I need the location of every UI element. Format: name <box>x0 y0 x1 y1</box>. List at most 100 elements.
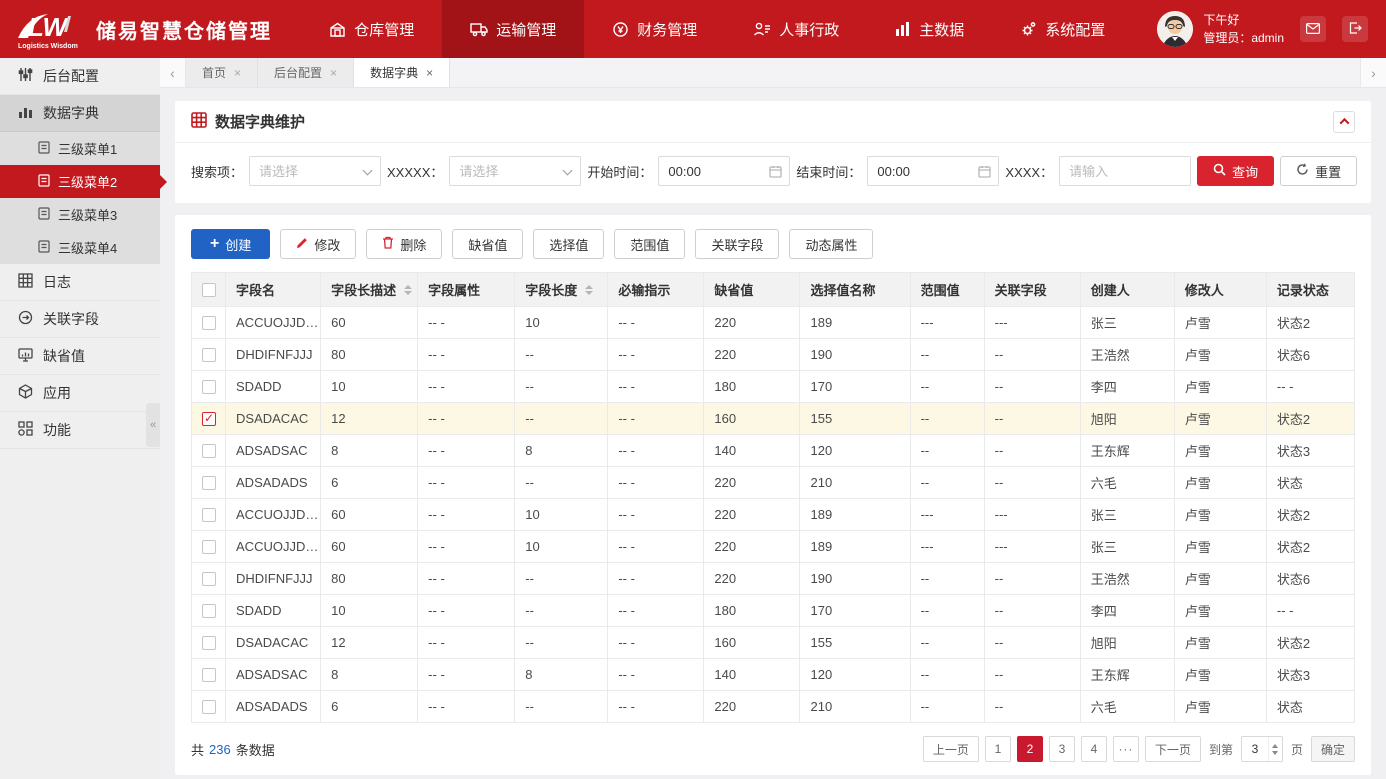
sidebar-item-backend-config[interactable]: 后台配置 <box>0 58 160 95</box>
table-row[interactable]: ACCUOJJDJN 60 -- - 10 -- - 220 189 --- -… <box>192 307 1355 339</box>
tab-home[interactable]: 首页 × <box>186 58 258 87</box>
avatar[interactable] <box>1157 11 1193 47</box>
page-3-button[interactable]: 3 <box>1049 736 1075 762</box>
xxxxx-select[interactable] <box>449 156 581 186</box>
nav-master-data[interactable]: 主数据 <box>867 0 992 58</box>
logout-button[interactable] <box>1342 16 1368 42</box>
cell-field-name: ADSADSAC <box>226 659 321 691</box>
page-1-button[interactable]: 1 <box>985 736 1011 762</box>
table-row[interactable]: SDADD 10 -- - -- -- - 180 170 -- -- 李四 卢 <box>192 595 1355 627</box>
row-checkbox[interactable] <box>202 508 216 522</box>
nav-finance[interactable]: 财务管理 <box>584 0 725 58</box>
row-checkbox[interactable] <box>202 412 216 426</box>
sidebar-item-log[interactable]: 日志 <box>0 264 160 301</box>
sidebar-item-default-value[interactable]: 缺省值 <box>0 338 160 375</box>
row-checkbox[interactable] <box>202 668 216 682</box>
row-checkbox[interactable] <box>202 540 216 554</box>
sidebar-label: 三级菜单1 <box>58 139 117 158</box>
row-checkbox[interactable] <box>202 700 216 714</box>
close-icon[interactable]: × <box>330 66 337 80</box>
cell-length-desc: 10 <box>321 371 418 403</box>
pages-ellipsis[interactable]: ··· <box>1113 736 1139 762</box>
col-field-name: 字段名 <box>226 273 321 307</box>
table-row[interactable]: DHDIFNFJJJ 80 -- - -- -- - 220 190 -- --… <box>192 339 1355 371</box>
table-row[interactable]: ADSADADS 6 -- - -- -- - 220 210 -- -- 六毛 <box>192 467 1355 499</box>
tabs-scroll-right[interactable]: › <box>1360 58 1386 87</box>
confirm-button[interactable]: 确定 <box>1311 736 1355 762</box>
xxxxx-select-value[interactable] <box>450 157 580 185</box>
xxxx-input-wrap[interactable] <box>1059 156 1191 186</box>
create-button[interactable]: + 创建 <box>191 229 270 259</box>
panel-collapse-button[interactable] <box>1333 111 1355 133</box>
range-value-button[interactable]: 范围值 <box>614 229 685 259</box>
goto-page-value[interactable]: 3 <box>1242 742 1268 756</box>
next-page-button[interactable]: 下一页 <box>1145 736 1201 762</box>
cell-select-name: 189 <box>800 499 910 531</box>
end-time-picker[interactable] <box>867 156 999 186</box>
dynamic-attr-button[interactable]: 动态属性 <box>789 229 873 259</box>
search-item-select-value[interactable] <box>250 157 380 185</box>
nav-warehouse[interactable]: 仓库管理 <box>301 0 442 58</box>
page-4-button[interactable]: 4 <box>1081 736 1107 762</box>
row-checkbox[interactable] <box>202 476 216 490</box>
sort-icon[interactable] <box>404 285 412 295</box>
default-value-button[interactable]: 缺省值 <box>452 229 523 259</box>
sidebar-item-related-field[interactable]: 关联字段 <box>0 301 160 338</box>
table-row[interactable]: ACCUOJJDJN 60 -- - 10 -- - 220 189 --- -… <box>192 531 1355 563</box>
sidebar-collapse-handle[interactable]: « <box>146 403 160 447</box>
select-value-button[interactable]: 选择值 <box>533 229 604 259</box>
sidebar-item-submenu-3[interactable]: 三级菜单3 <box>0 198 160 231</box>
col-field-length[interactable]: 字段长度 <box>515 273 608 307</box>
table-row[interactable]: ACCUOJJDJN 60 -- - 10 -- - 220 189 --- -… <box>192 499 1355 531</box>
table-row[interactable]: DSADACAC 12 -- - -- -- - 160 155 -- -- 旭… <box>192 627 1355 659</box>
row-checkbox[interactable] <box>202 348 216 362</box>
row-checkbox[interactable] <box>202 572 216 586</box>
xxxx-input[interactable] <box>1060 157 1190 185</box>
table-row[interactable]: DSADACAC 12 -- - -- -- - 160 155 -- -- 旭… <box>192 403 1355 435</box>
nav-hr[interactable]: 人事行政 <box>725 0 867 58</box>
page-2-button[interactable]: 2 <box>1017 736 1043 762</box>
cell-related: -- <box>984 435 1080 467</box>
row-checkbox[interactable] <box>202 316 216 330</box>
tabs-scroll-left[interactable]: ‹ <box>160 58 186 87</box>
row-checkbox[interactable] <box>202 636 216 650</box>
start-time-input[interactable] <box>659 157 789 185</box>
sidebar-item-submenu-1[interactable]: 三级菜单1 <box>0 132 160 165</box>
table-row[interactable]: ADSADSAC 8 -- - 8 -- - 140 120 -- -- 王东辉 <box>192 659 1355 691</box>
close-icon[interactable]: × <box>234 66 241 80</box>
sort-icon[interactable] <box>585 285 593 295</box>
table-row[interactable]: ADSADSAC 8 -- - 8 -- - 140 120 -- -- 王东辉 <box>192 435 1355 467</box>
row-checkbox[interactable] <box>202 604 216 618</box>
spinner-arrows[interactable] <box>1268 737 1282 761</box>
sidebar-item-submenu-4[interactable]: 三级菜单4 <box>0 231 160 264</box>
tab-backend-config[interactable]: 后台配置 × <box>258 58 354 87</box>
nav-transport[interactable]: 运输管理 <box>442 0 584 58</box>
mail-button[interactable] <box>1300 16 1326 42</box>
prev-page-button[interactable]: 上一页 <box>923 736 979 762</box>
end-time-input[interactable] <box>868 157 998 185</box>
query-button[interactable]: 查询 <box>1197 156 1274 186</box>
close-icon[interactable]: × <box>426 66 433 80</box>
table-row[interactable]: SDADD 10 -- - -- -- - 180 170 -- -- 李四 卢 <box>192 371 1355 403</box>
tab-data-dict[interactable]: 数据字典 × <box>354 58 450 87</box>
nav-system-config[interactable]: 系统配置 <box>992 0 1133 58</box>
row-checkbox[interactable] <box>202 444 216 458</box>
row-checkbox[interactable] <box>202 380 216 394</box>
sidebar-item-application[interactable]: 应用 <box>0 375 160 412</box>
refresh-icon <box>1296 163 1309 179</box>
tab-label: 数据字典 <box>370 64 418 81</box>
table-row[interactable]: DHDIFNFJJJ 80 -- - -- -- - 220 190 -- --… <box>192 563 1355 595</box>
delete-button[interactable]: 删除 <box>366 229 442 259</box>
edit-button[interactable]: 修改 <box>280 229 356 259</box>
search-item-select[interactable] <box>249 156 381 186</box>
reset-button[interactable]: 重置 <box>1280 156 1357 186</box>
related-field-button[interactable]: 关联字段 <box>695 229 779 259</box>
sidebar-item-function[interactable]: 功能 <box>0 412 160 449</box>
col-length-desc[interactable]: 字段长描述 <box>321 273 418 307</box>
goto-page-spinner[interactable]: 3 <box>1241 736 1283 762</box>
start-time-picker[interactable] <box>658 156 790 186</box>
sidebar-item-submenu-2[interactable]: 三级菜单2 <box>0 165 160 198</box>
table-row[interactable]: ADSADADS 6 -- - -- -- - 220 210 -- -- 六毛 <box>192 691 1355 723</box>
sidebar-item-data-dict[interactable]: 数据字典 <box>0 95 160 132</box>
select-all-checkbox[interactable] <box>202 283 216 297</box>
